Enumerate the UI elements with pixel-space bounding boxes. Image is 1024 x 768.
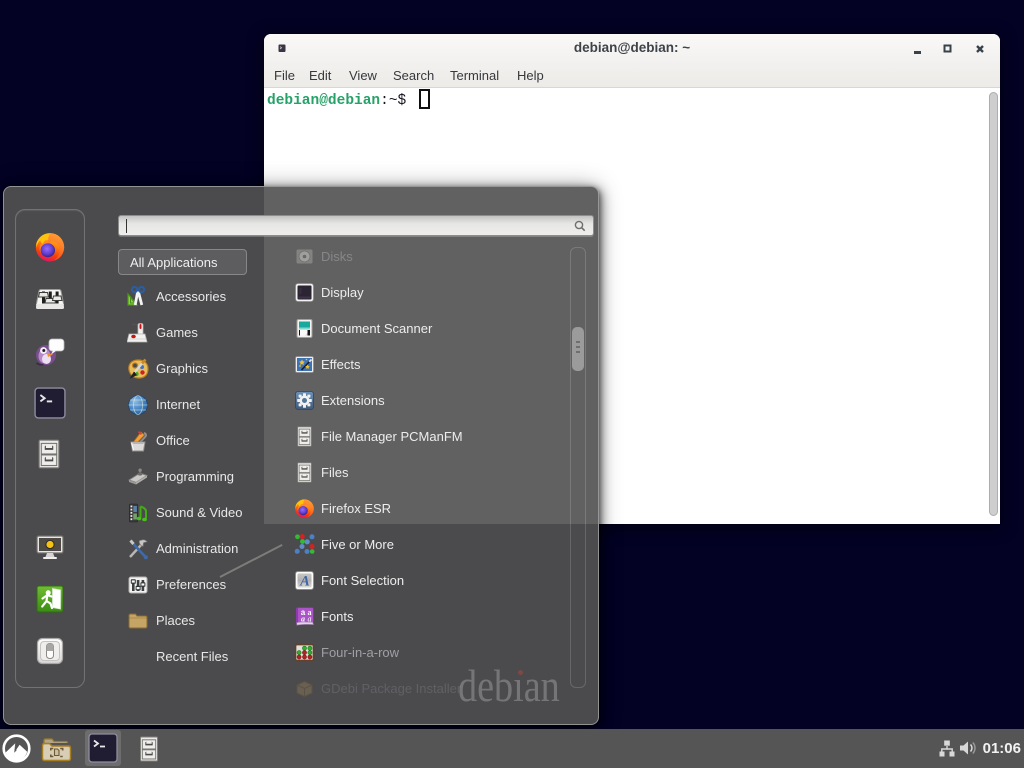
svg-text:A: A	[299, 573, 310, 589]
svg-text:a: a	[301, 614, 305, 623]
svg-text:a: a	[308, 614, 312, 623]
